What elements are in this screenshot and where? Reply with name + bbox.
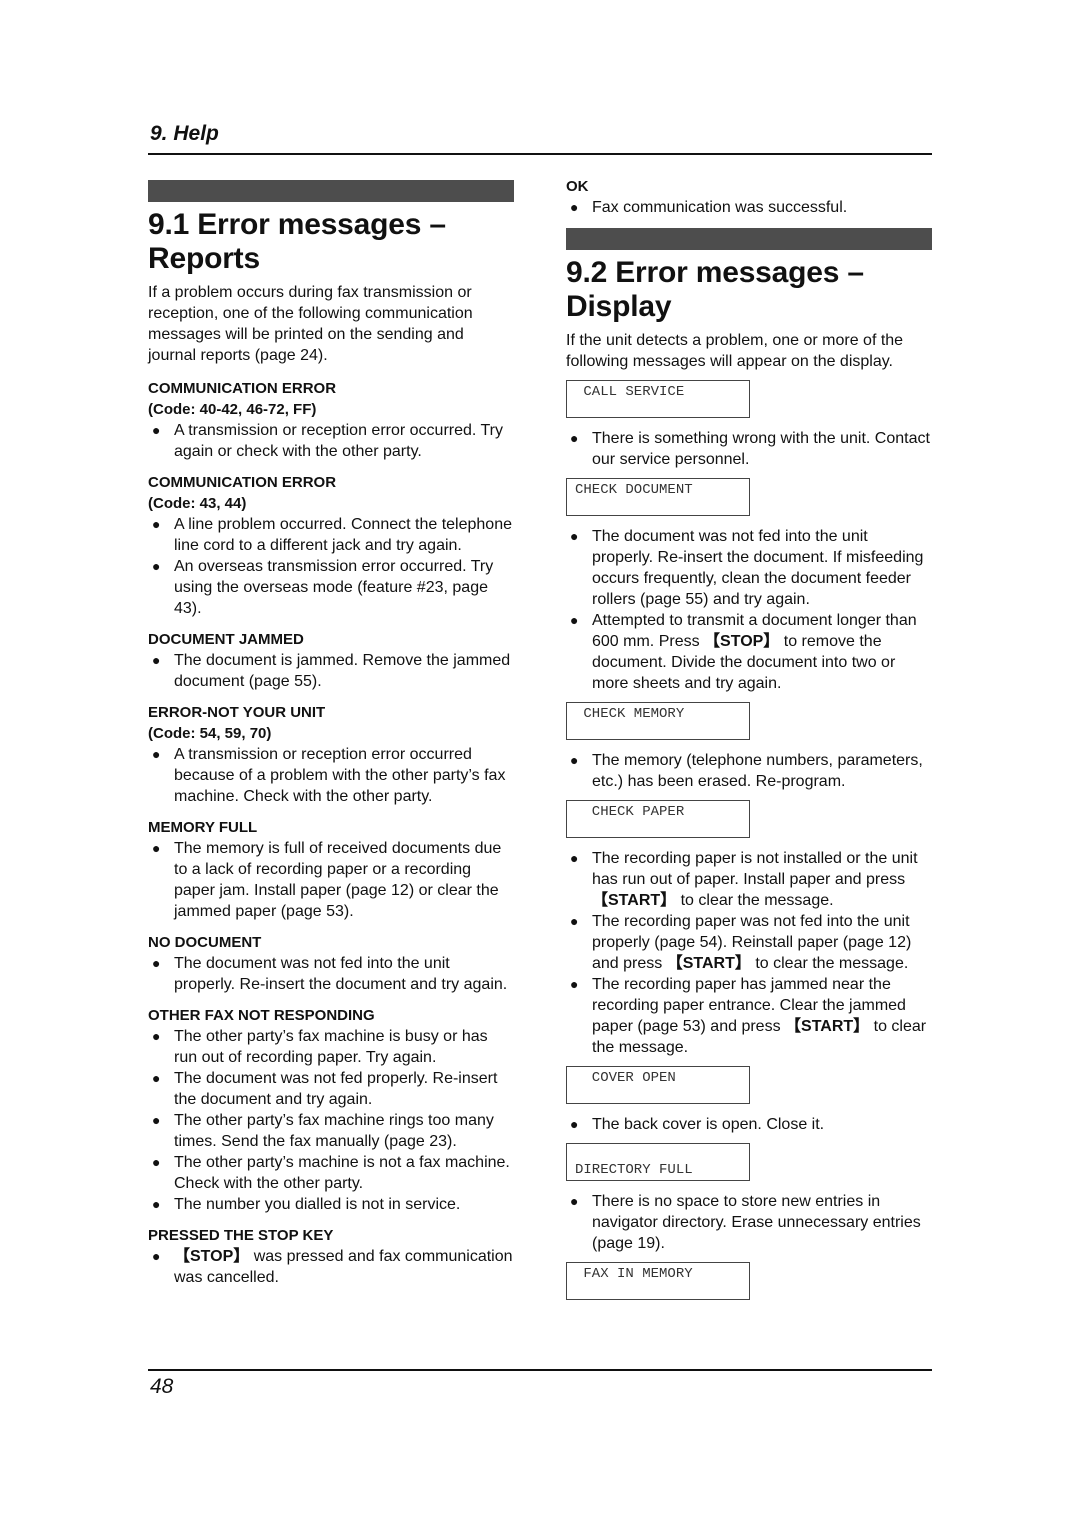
bullet-icon: ● [152, 1070, 161, 1086]
bullet-icon: ● [570, 1193, 579, 1209]
list-item: ● The other party’s fax machine rings too… [152, 1112, 494, 1150]
bullet-icon: ● [152, 1028, 161, 1044]
report-entry: MEMORY FULL ● The memory is full of recei… [148, 817, 514, 922]
lcd-display-message: CHECK DOCUMENT [566, 478, 750, 516]
entry-title: ERROR-NOT YOUR UNIT [148, 704, 326, 721]
bullet-icon: ● [152, 955, 161, 971]
bullet-icon: ● [152, 422, 161, 438]
entry-title: OTHER FAX NOT RESPONDING [148, 1007, 375, 1024]
stop-key-label: 【STOP】 [704, 633, 780, 650]
list-item: ● The recording paper is not installed or… [570, 850, 918, 909]
report-entry: DOCUMENT JAMMED ● The document is jammed.… [148, 629, 514, 692]
section-intro: If the unit detects a problem, one or mo… [566, 332, 904, 370]
section-intro: If a problem occurs during fax transmiss… [148, 284, 473, 364]
bullet-icon: ● [152, 746, 161, 762]
list-item: ● There is no space to store new entries … [570, 1193, 921, 1252]
bullet-icon: ● [152, 558, 161, 574]
bullet-icon: ● [570, 199, 579, 215]
bullet-icon: ● [570, 612, 579, 628]
entry-code: (Code: 43, 44) [148, 495, 247, 512]
bullet-icon: ● [570, 430, 579, 446]
report-entry: COMMUNICATION ERROR (Code: 43, 44) ● A li… [148, 472, 514, 619]
entry-code: (Code: 54, 59, 70) [148, 725, 272, 742]
report-entry: ERROR-NOT YOUR UNIT (Code: 54, 59, 70) ●… [148, 702, 514, 807]
list-item: ● The other party’s fax machine is busy o… [152, 1028, 488, 1066]
list-item: ● The number you dialled is not in servic… [152, 1196, 461, 1213]
list-item: ● Attempted to transmit a document longer… [570, 612, 917, 692]
entry-title: COMMUNICATION ERROR [148, 474, 337, 491]
list-item: ● There is something wrong with the unit.… [570, 430, 930, 468]
lcd-display-message: DIRECTORY FULL [566, 1143, 750, 1181]
start-key-label: 【START】 [666, 955, 751, 972]
lcd-display-message: COVER OPEN [566, 1066, 750, 1104]
start-key-label: 【START】 [592, 892, 677, 909]
bullet-icon: ● [152, 1248, 161, 1264]
bullet-icon: ● [570, 850, 579, 866]
entry-title: NO DOCUMENT [148, 934, 262, 951]
footer-rule [148, 1369, 932, 1371]
list-item: ● The memory (telephone numbers, paramete… [570, 752, 923, 790]
list-item: ● The document was not fed into the unit … [570, 528, 924, 608]
lcd-display-message: CHECK MEMORY [566, 702, 750, 740]
bullet-icon: ● [152, 1196, 161, 1212]
list-item: ● Fax communication was successful. [570, 199, 848, 216]
page-number: 48 [150, 1375, 174, 1398]
report-entry: OTHER FAX NOT RESPONDING ● The other part… [148, 1005, 514, 1215]
bullet-icon: ● [570, 752, 579, 768]
section-display: OK ● Fax communication was successful. 9.… [566, 176, 932, 1310]
list-item: ● The other party’s machine is not a fax … [152, 1154, 510, 1192]
entry-title: COMMUNICATION ERROR [148, 380, 337, 397]
list-item: ● The memory is full of received document… [152, 840, 502, 920]
header-rule [148, 153, 932, 155]
stop-key-label: 【STOP】 [174, 1248, 250, 1265]
entry-title: MEMORY FULL [148, 819, 258, 836]
report-entry: COMMUNICATION ERROR (Code: 40-42, 46-72,… [148, 378, 514, 462]
section-reports: 9.1 Error messages – Reports If a proble… [148, 180, 514, 1298]
bullet-icon: ● [570, 528, 579, 544]
list-item: ● A line problem occurred. Connect the te… [152, 516, 512, 554]
section-title: 9.2 Error messages – Display [566, 256, 864, 323]
section-bar [566, 228, 932, 250]
start-key-label: 【START】 [785, 1018, 870, 1035]
entry-code: (Code: 40-42, 46-72, FF) [148, 401, 317, 418]
lcd-display-message: FAX IN MEMORY [566, 1262, 750, 1300]
section-title: 9.1 Error messages – Reports [148, 208, 446, 275]
bullet-icon: ● [570, 913, 579, 929]
bullet-icon: ● [152, 652, 161, 668]
entry-title: PRESSED THE STOP KEY [148, 1227, 334, 1244]
bullet-icon: ● [570, 976, 579, 992]
section-bar [148, 180, 514, 202]
bullet-icon: ● [152, 1112, 161, 1128]
list-item: ● A transmission or reception error occur… [152, 746, 506, 805]
list-item: ● The recording paper has jammed near the… [570, 976, 927, 1056]
entry-title: OK [566, 178, 589, 195]
list-item: ● A transmission or reception error occur… [152, 422, 504, 460]
bullet-icon: ● [152, 516, 161, 532]
list-item: ● The recording paper was not fed into th… [570, 913, 912, 972]
bullet-icon: ● [152, 1154, 161, 1170]
list-item: ● The document is jammed. Remove the jamm… [152, 652, 511, 690]
report-entry: PRESSED THE STOP KEY ● 【STOP】 was pressed… [148, 1225, 514, 1288]
report-entry-ok: OK ● Fax communication was successful. [566, 176, 932, 218]
list-item: ● The document was not fed properly. Re-i… [152, 1070, 498, 1108]
bullet-icon: ● [152, 840, 161, 856]
entry-title: DOCUMENT JAMMED [148, 631, 304, 648]
list-item: ● The document was not fed into the unit … [152, 955, 508, 993]
lcd-display-message: CHECK PAPER [566, 800, 750, 838]
lcd-display-message: CALL SERVICE [566, 380, 750, 418]
report-entry: NO DOCUMENT ● The document was not fed in… [148, 932, 514, 995]
chapter-header: 9. Help [150, 122, 219, 145]
list-item: ● An overseas transmission error occurred… [152, 558, 494, 617]
list-item: ● The back cover is open. Close it. [570, 1116, 825, 1133]
list-item: ● 【STOP】 was pressed and fax communicatio… [152, 1248, 513, 1286]
bullet-icon: ● [570, 1116, 579, 1132]
